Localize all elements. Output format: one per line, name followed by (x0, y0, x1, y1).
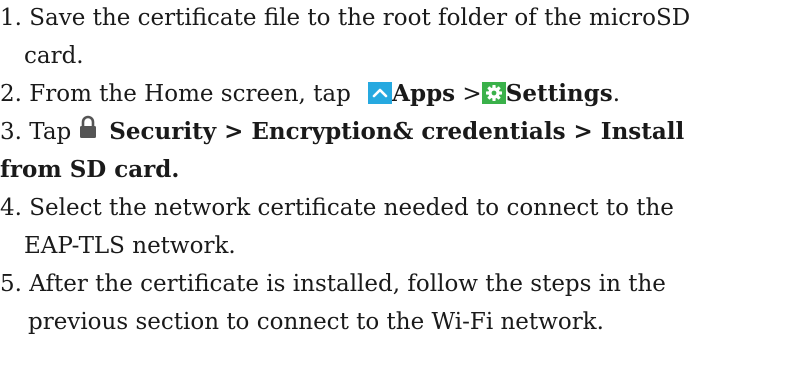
step-1: 1. Save the certificate file to the root… (0, 0, 690, 36)
step-3-text: Tap (29, 119, 72, 145)
step-1-text-cont: card. (24, 43, 84, 69)
step-4: 4. Select the network certificate needed… (0, 190, 674, 226)
security-path: Security > Encryption& credentials > Ins… (109, 118, 685, 145)
step-4-text: Select the network certificate needed to… (29, 195, 674, 221)
step-2-text: From the Home screen, tap (29, 81, 351, 107)
step-4-text-cont: EAP-TLS network. (24, 233, 236, 259)
step-1-continuation: card. (24, 38, 84, 74)
step-1-text: Save the certificate file to the root fo… (29, 5, 691, 31)
instruction-list: 1. Save the certificate file to the root… (0, 0, 809, 378)
gear-icon (481, 82, 506, 104)
step-4-number: 4. (0, 195, 22, 221)
step-2-end: . (612, 81, 620, 107)
step-5-text: After the certificate is installed, foll… (29, 271, 666, 297)
step-2-number: 2. (0, 81, 22, 107)
lock-icon (77, 115, 99, 141)
apps-label: Apps (392, 80, 456, 107)
chevron-up-icon (368, 82, 393, 104)
step-2-separator: > (455, 81, 482, 107)
step-5: 5. After the certificate is installed, f… (0, 266, 666, 302)
step-3-continuation: from SD card. (0, 152, 179, 188)
step-4-continuation: EAP-TLS network. (24, 228, 236, 264)
security-path-cont: from SD card. (0, 156, 180, 183)
step-5-text-cont: previous section to connect to the Wi-Fi… (28, 309, 604, 335)
step-5-continuation: previous section to connect to the Wi-Fi… (28, 304, 604, 340)
step-2: 2. From the Home screen, tap Apps > Sett… (0, 76, 620, 112)
step-5-number: 5. (0, 271, 22, 297)
step-3: 3. Tap Security > Encryption& credential… (0, 114, 684, 150)
step-1-number: 1. (0, 5, 22, 31)
settings-label: Settings (505, 80, 613, 107)
step-3-number: 3. (0, 119, 22, 145)
